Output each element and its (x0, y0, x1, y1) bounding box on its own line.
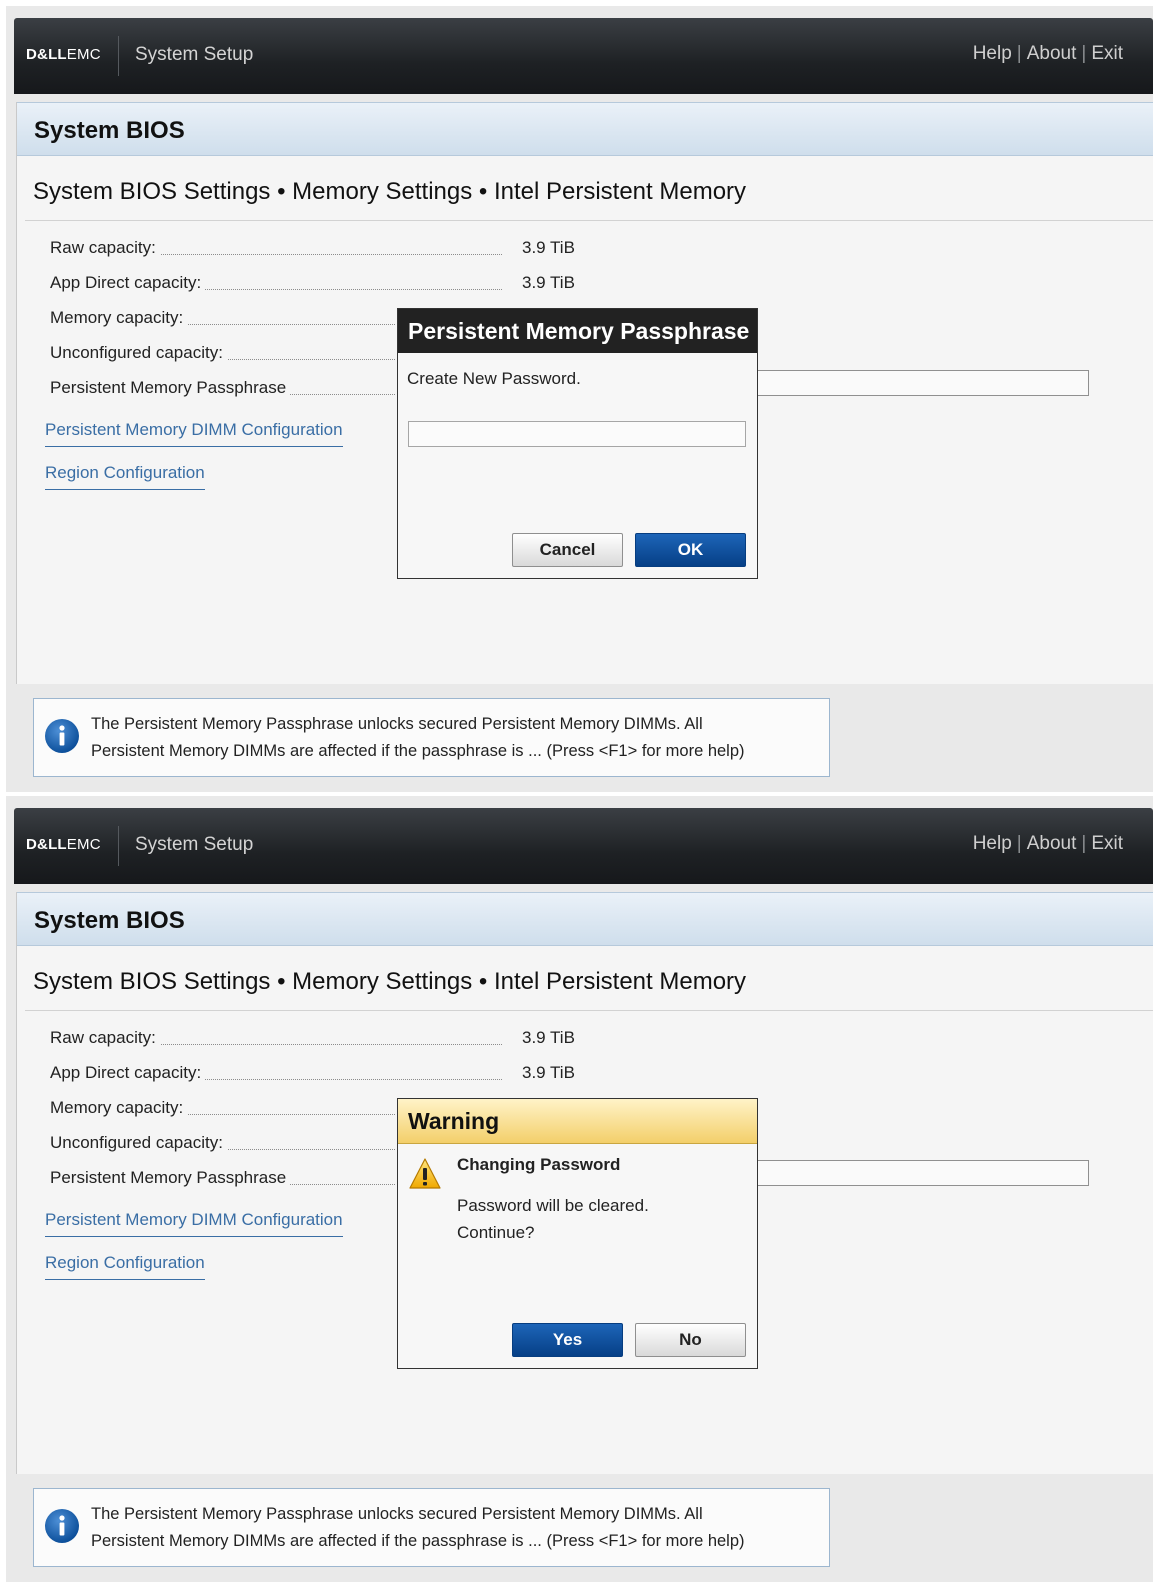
info-icon (45, 1509, 79, 1543)
field-label: App Direct capacity: (50, 273, 206, 293)
field-label: Unconfigured capacity: (50, 343, 227, 363)
yes-button[interactable]: Yes (512, 1323, 623, 1357)
warning-heading: Changing Password (457, 1155, 621, 1174)
breadcrumb-divider (25, 1010, 1153, 1011)
header-links: Help | About | Exit (972, 43, 1123, 64)
region-config-link[interactable]: Region Configuration (45, 463, 205, 490)
help-text-line2: Persistent Memory DIMMs are affected if … (91, 742, 745, 760)
about-link[interactable]: About (1027, 43, 1077, 64)
exit-link[interactable]: Exit (1091, 43, 1123, 64)
passphrase-field[interactable] (757, 1160, 1089, 1186)
help-text-line1: The Persistent Memory Passphrase unlocks… (91, 715, 703, 733)
warning-message-line2: Continue? (457, 1223, 535, 1242)
warning-message-line1: Password will be cleared. (457, 1196, 649, 1215)
logo-divider (118, 36, 119, 76)
help-text-line2: Persistent Memory DIMMs are affected if … (91, 1532, 745, 1550)
screen-warning: D&LLEMC System Setup Help | About | Exit Sys… (6, 796, 1153, 1582)
field-value: 3.9 TiB (522, 1028, 575, 1047)
exit-link[interactable]: Exit (1091, 833, 1123, 854)
new-password-input[interactable] (408, 421, 746, 447)
settings-panel: System BIOS System BIOS Settings • Memor… (16, 892, 1153, 1474)
passphrase-field[interactable] (757, 370, 1089, 396)
dialog-title: Warning (398, 1099, 757, 1144)
about-link[interactable]: About (1027, 833, 1077, 854)
help-link[interactable]: Help (973, 833, 1012, 854)
panel-title: System BIOS (34, 117, 185, 144)
header-links: Help | About | Exit (972, 833, 1123, 854)
field-label: Unconfigured capacity: (50, 1133, 227, 1153)
field-label: Raw capacity: (50, 238, 160, 258)
field-label: Raw capacity: (50, 1028, 160, 1048)
screen-create-password: D&LLEMC System Setup Help | About | Exit Sys… (6, 6, 1153, 792)
passphrase-dialog: Persistent Memory Passphrase Create New … (397, 308, 758, 579)
field-value: 3.9 TiB (522, 238, 575, 257)
help-text: The Persistent Memory Passphrase unlocks… (91, 711, 745, 765)
cancel-button[interactable]: Cancel (512, 533, 623, 567)
field-label: Persistent Memory Passphrase (50, 1168, 291, 1188)
ok-button[interactable]: OK (635, 533, 746, 567)
field-label: Memory capacity: (50, 1098, 188, 1118)
app-title: System Setup (135, 834, 254, 855)
panel-title: System BIOS (34, 907, 185, 934)
field-label: App Direct capacity: (50, 1063, 206, 1083)
pm-dimm-config-link[interactable]: Persistent Memory DIMM Configuration (45, 1210, 343, 1237)
dialog-message: Create New Password. (407, 369, 581, 388)
field-label: Memory capacity: (50, 308, 188, 328)
help-link[interactable]: Help (973, 43, 1012, 64)
help-info-box: The Persistent Memory Passphrase unlocks… (33, 1488, 830, 1567)
breadcrumb-divider (25, 220, 1153, 221)
app-title: System Setup (135, 44, 254, 65)
pm-dimm-config-link[interactable]: Persistent Memory DIMM Configuration (45, 420, 343, 447)
dell-emc-logo: D&LLEMC (26, 46, 101, 63)
logo-divider (118, 826, 119, 866)
field-label: Persistent Memory Passphrase (50, 378, 291, 398)
help-text-line1: The Persistent Memory Passphrase unlocks… (91, 1505, 703, 1523)
dialog-title: Persistent Memory Passphrase (398, 309, 757, 353)
region-config-link[interactable]: Region Configuration (45, 1253, 205, 1280)
breadcrumb: System BIOS Settings • Memory Settings •… (33, 178, 747, 205)
warning-triangle-icon (409, 1158, 441, 1189)
warning-dialog: Warning Changing Password Password will … (397, 1098, 758, 1369)
top-bar: D&LLEMC System Setup Help | About | Exit (14, 18, 1153, 94)
settings-panel: System BIOS System BIOS Settings • Memor… (16, 102, 1153, 684)
help-text: The Persistent Memory Passphrase unlocks… (91, 1501, 745, 1555)
dell-emc-logo: D&LLEMC (26, 836, 101, 853)
panel-header: System BIOS (17, 102, 1153, 156)
top-bar: D&LLEMC System Setup Help | About | Exit (14, 808, 1153, 884)
no-button[interactable]: No (635, 1323, 746, 1357)
field-value: 3.9 TiB (522, 273, 575, 292)
breadcrumb: System BIOS Settings • Memory Settings •… (33, 968, 747, 995)
help-info-box: The Persistent Memory Passphrase unlocks… (33, 698, 830, 777)
panel-header: System BIOS (17, 892, 1153, 946)
field-value: 3.9 TiB (522, 1063, 575, 1082)
info-icon (45, 719, 79, 753)
